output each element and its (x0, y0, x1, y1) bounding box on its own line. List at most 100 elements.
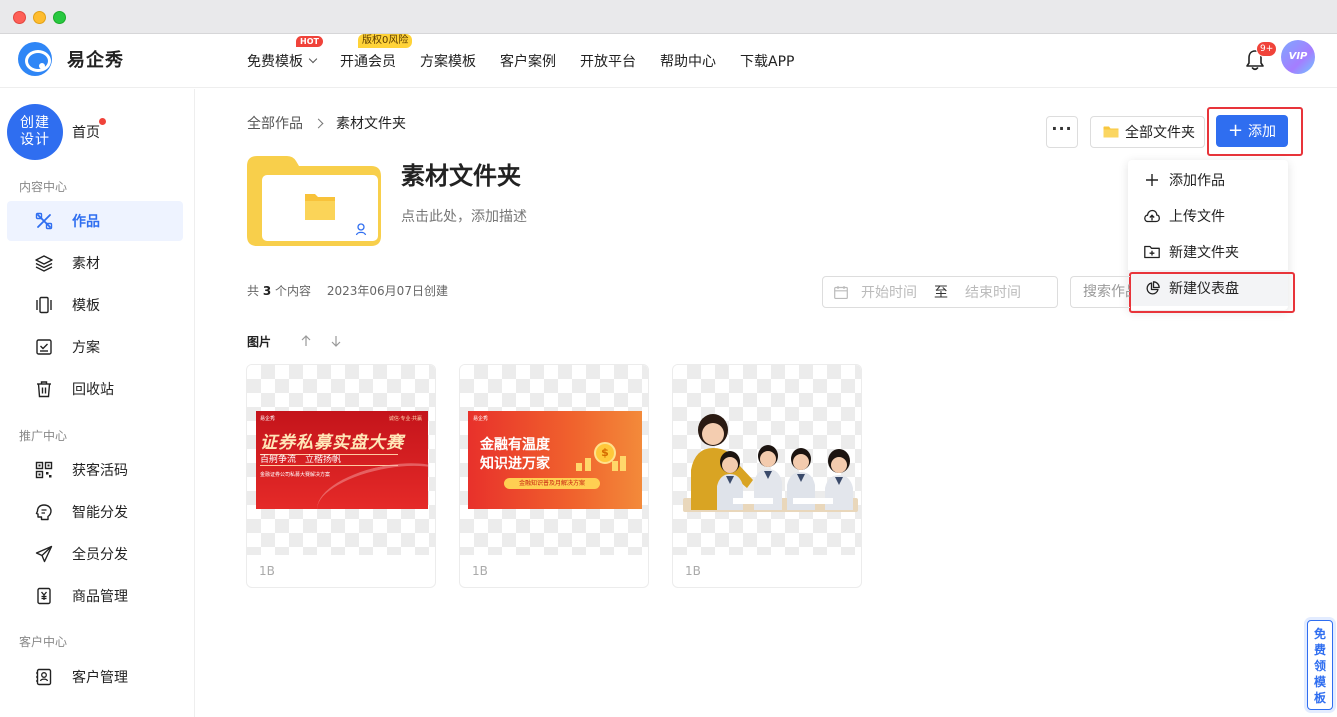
hot-badge: HOT (296, 36, 323, 47)
end-date-input[interactable]: 结束时间 (965, 282, 1021, 302)
sidebar-item-customer-management[interactable]: 客户管理 (7, 657, 183, 697)
breadcrumb-root[interactable]: 全部作品 (247, 113, 303, 133)
sort-descending-icon[interactable] (327, 332, 345, 350)
product-icon (34, 586, 54, 606)
notification-count-badge: 9+ (1256, 41, 1278, 57)
image-card[interactable]: 易企秀 金融有温度 知识进万家 $ 金融知识普及月解决方案 1B (459, 364, 649, 588)
nav-free-templates[interactable]: 免费模板 HOT (247, 36, 323, 71)
main-nav: 免费模板 HOT 开通会员 版权0风险 方案模板 客户案例 开放平台 帮助中心 … (247, 34, 818, 88)
tab-char: 模 (1313, 675, 1326, 689)
sidebar-item-lead-qrcode[interactable]: 获客活码 (7, 450, 183, 490)
sort-ascending-icon[interactable] (297, 332, 315, 350)
sidebar-item-label: 模板 (72, 298, 100, 314)
plus-icon (1144, 172, 1160, 188)
sidebar-item-label: 智能分发 (72, 505, 128, 521)
copyright-badge: 版权0风险 (358, 34, 413, 48)
date-range-picker[interactable]: 开始时间 至 结束时间 (822, 276, 1058, 308)
menu-item-add-work[interactable]: 添加作品 (1128, 162, 1288, 198)
breadcrumb: 全部作品 素材文件夹 (247, 113, 406, 133)
banner-securities-contest: 易企秀 诚信·专业·共赢 证券私募实盘大赛 百舸争流 立楷扬帆 金融证券公司私募… (256, 411, 428, 509)
file-size: 1B (472, 564, 488, 578)
create-label-line2: 设计 (20, 132, 50, 148)
banner-tag: 诚信·专业·共赢 (388, 416, 422, 422)
all-folders-button[interactable]: 全部文件夹 (1090, 116, 1205, 148)
menu-item-label: 上传文件 (1169, 209, 1225, 225)
all-folders-label: 全部文件夹 (1125, 125, 1195, 141)
meta-prefix: 共 (247, 284, 260, 298)
sidebar-item-recycle-bin[interactable]: 回收站 (7, 369, 183, 409)
image-card[interactable]: 易企秀 诚信·专业·共赢 证券私募实盘大赛 百舸争流 立楷扬帆 金融证券公司私募… (246, 364, 436, 588)
layers-icon (34, 253, 54, 273)
nav-open-platform[interactable]: 开放平台 (580, 51, 636, 71)
content-meta: 共 3 个内容 2023年06月07日创建 (247, 282, 448, 299)
nav-customer-cases[interactable]: 客户案例 (500, 51, 556, 71)
content-count: 3 (262, 284, 272, 298)
sidebar-item-works[interactable]: 作品 (7, 201, 183, 241)
more-options-button[interactable]: ··· (1046, 116, 1078, 148)
tab-char: 板 (1313, 691, 1326, 705)
cloud-upload-icon (1144, 208, 1160, 224)
created-date: 2023年06月07日创建 (326, 284, 448, 298)
folder-description[interactable]: 点击此处，添加描述 (401, 206, 527, 226)
section-title-content: 内容中心 (19, 180, 68, 194)
tab-char: 免 (1313, 627, 1326, 641)
menu-item-new-folder[interactable]: 新建文件夹 (1128, 234, 1288, 270)
nav-help-center[interactable]: 帮助中心 (660, 51, 716, 71)
tab-char: 领 (1313, 659, 1326, 673)
brand-name[interactable]: 易企秀 (67, 46, 124, 72)
user-avatar[interactable]: VIP (1281, 40, 1315, 74)
folder-title: 素材文件夹 (401, 162, 521, 190)
image-thumbnail: 易企秀 诚信·专业·共赢 证券私募实盘大赛 百舸争流 立楷扬帆 金融证券公司私募… (247, 365, 435, 555)
nav-label: 下载APP (740, 54, 795, 70)
highlight-box-add (1207, 107, 1303, 156)
checklist-icon (34, 337, 54, 357)
sidebar-item-label: 方案 (72, 340, 100, 356)
nav-label: 客户案例 (500, 54, 556, 70)
window-minimize-button[interactable] (33, 11, 46, 24)
brain-icon (34, 502, 54, 522)
start-date-input[interactable]: 开始时间 (861, 282, 917, 302)
image-card[interactable]: 1B (672, 364, 862, 588)
nav-label: 免费模板 (247, 54, 303, 70)
nav-download-app[interactable]: 下载APP (740, 51, 794, 71)
sidebar-item-solutions[interactable]: 方案 (7, 327, 183, 367)
sidebar-item-product-management[interactable]: 商品管理 (7, 576, 183, 616)
banner-logo: 易企秀 (473, 416, 489, 422)
sidebar-item-smart-distribution[interactable]: 智能分发 (7, 492, 183, 532)
image-thumbnail (673, 365, 861, 555)
highlight-box-new-dashboard (1129, 272, 1295, 313)
window-close-button[interactable] (13, 11, 26, 24)
sidebar-item-materials[interactable]: 素材 (7, 243, 183, 283)
banner-caption: 金融证券公司私募大赛解决方案 (260, 472, 331, 478)
nav-label: 开放平台 (580, 54, 636, 70)
sidebar-item-staff-distribution[interactable]: 全员分发 (7, 534, 183, 574)
brand-logo-icon[interactable] (18, 42, 52, 76)
breadcrumb-current: 素材文件夹 (336, 116, 406, 132)
nav-label: 开通会员 (340, 54, 396, 70)
students-photo (683, 414, 858, 512)
calendar-icon (834, 285, 848, 299)
nav-solution-templates[interactable]: 方案模板 (420, 51, 476, 71)
create-design-button[interactable]: 创建 设计 (7, 104, 63, 160)
sidebar-item-label: 客户管理 (72, 670, 128, 686)
banner-title-line2: 知识进万家 (480, 456, 550, 472)
sidebar-item-home[interactable]: 首页 (72, 122, 100, 142)
window-zoom-button[interactable] (53, 11, 66, 24)
section-title-customer: 客户中心 (19, 635, 68, 649)
sidebar-item-label: 素材 (72, 256, 100, 272)
sidebar-item-templates[interactable]: 模板 (7, 285, 183, 325)
banner-logo: 易企秀 (260, 416, 276, 422)
nav-membership[interactable]: 开通会员 版权0风险 (340, 34, 413, 71)
trash-icon (34, 379, 54, 399)
window-titlebar (0, 0, 1337, 34)
section-title-promotion: 推广中心 (19, 429, 68, 443)
works-icon (34, 211, 54, 231)
banner-finance-knowledge: 易企秀 金融有温度 知识进万家 $ 金融知识普及月解决方案 (468, 411, 642, 509)
sidebar: 创建 设计 首页 内容中心 作品 素材 模板 方案 回收站 推广中心 获客活码 … (0, 89, 195, 717)
search-input[interactable]: 搜索作品 (1070, 276, 1130, 308)
menu-item-upload-file[interactable]: 上传文件 (1128, 198, 1288, 234)
qrcode-icon (34, 460, 54, 480)
tab-char: 费 (1313, 643, 1326, 657)
free-template-floating-tab[interactable]: 免 费 领 模 板 (1307, 620, 1333, 710)
home-notification-dot (99, 118, 106, 125)
